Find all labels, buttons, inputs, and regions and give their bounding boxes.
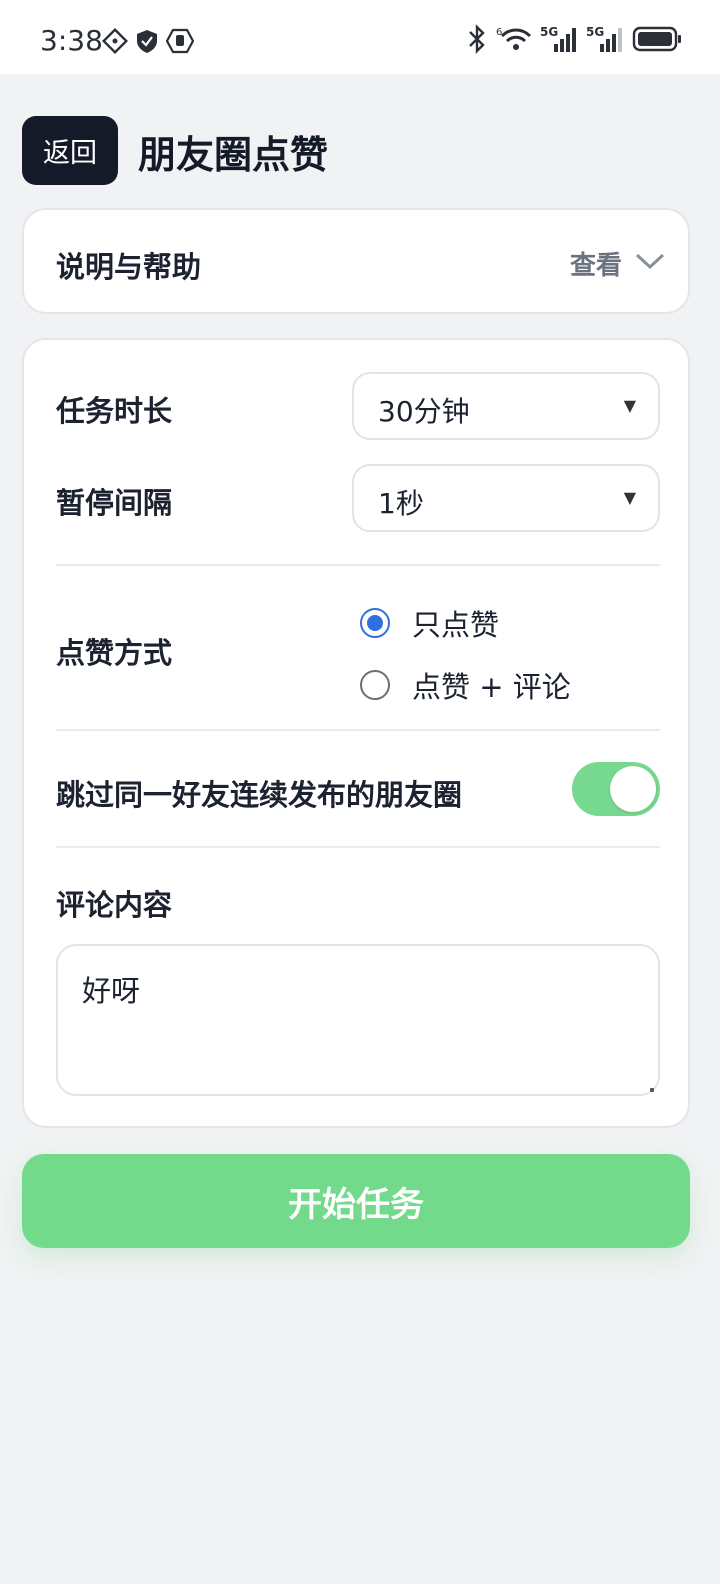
duration-label: 任务时长 bbox=[56, 394, 173, 428]
radio-label: 只点赞 bbox=[412, 608, 500, 642]
radio-option-like-and-comment[interactable]: 点赞 + 评论 bbox=[360, 664, 571, 706]
like-mode-label: 点赞方式 bbox=[56, 636, 173, 670]
wifi-icon: 6 bbox=[496, 24, 532, 58]
bluetooth-icon bbox=[466, 24, 488, 58]
shield-icon bbox=[134, 28, 160, 58]
back-button[interactable]: 返回 bbox=[22, 116, 118, 185]
status-bar: 3:38 6 5G 5G bbox=[0, 0, 720, 74]
radio-button[interactable] bbox=[360, 670, 390, 700]
dropdown-arrow-icon: ▼ bbox=[623, 396, 636, 415]
start-task-button[interactable]: 开始任务 bbox=[22, 1154, 690, 1248]
status-time: 3:38 bbox=[40, 24, 103, 57]
comment-textarea[interactable]: 好呀 bbox=[56, 944, 660, 1096]
divider bbox=[56, 846, 660, 848]
status-right-icons: 6 5G 5G bbox=[466, 24, 682, 58]
chevron-down-icon[interactable] bbox=[634, 250, 666, 276]
toggle-knob bbox=[610, 766, 656, 812]
dropdown-arrow-icon: ▼ bbox=[623, 488, 636, 507]
comment-value: 好呀 bbox=[82, 974, 141, 1008]
radio-button-checked[interactable] bbox=[360, 608, 390, 638]
radio-option-like-only[interactable]: 只点赞 bbox=[360, 602, 499, 644]
page-title: 朋友圈点赞 bbox=[138, 133, 329, 177]
resize-handle-icon[interactable] bbox=[650, 1088, 654, 1092]
signal-5g-label: 5G bbox=[586, 25, 604, 39]
skip-consecutive-toggle[interactable] bbox=[572, 762, 660, 816]
status-left-icons bbox=[101, 27, 195, 58]
signal-5g-label: 5G bbox=[540, 25, 558, 39]
wifi-6-label: 6 bbox=[496, 27, 502, 38]
diamond-app-icon bbox=[101, 27, 129, 58]
settings-card: 任务时长 30分钟 ▼ 暂停间隔 1秒 ▼ 点赞方式 只点赞 点赞 + 评论 跳… bbox=[22, 338, 690, 1128]
duration-value: 30分钟 bbox=[378, 395, 470, 428]
duration-select[interactable]: 30分钟 ▼ bbox=[352, 372, 660, 440]
radio-label: 点赞 + 评论 bbox=[412, 670, 571, 704]
comment-label: 评论内容 bbox=[56, 888, 173, 922]
help-section[interactable]: 说明与帮助 查看 bbox=[22, 208, 690, 314]
hand-icon bbox=[165, 28, 195, 58]
divider bbox=[56, 564, 660, 566]
interval-label: 暂停间隔 bbox=[56, 486, 173, 520]
interval-value: 1秒 bbox=[378, 487, 424, 520]
divider bbox=[56, 729, 660, 731]
signal-5g-icon: 5G bbox=[540, 24, 578, 58]
help-label: 说明与帮助 bbox=[56, 250, 202, 284]
help-view-link[interactable]: 查看 bbox=[570, 245, 622, 282]
interval-select[interactable]: 1秒 ▼ bbox=[352, 464, 660, 532]
skip-consecutive-label: 跳过同一好友连续发布的朋友圈 bbox=[56, 778, 463, 812]
battery-icon bbox=[632, 26, 682, 56]
signal-5g-icon: 5G bbox=[586, 24, 624, 58]
